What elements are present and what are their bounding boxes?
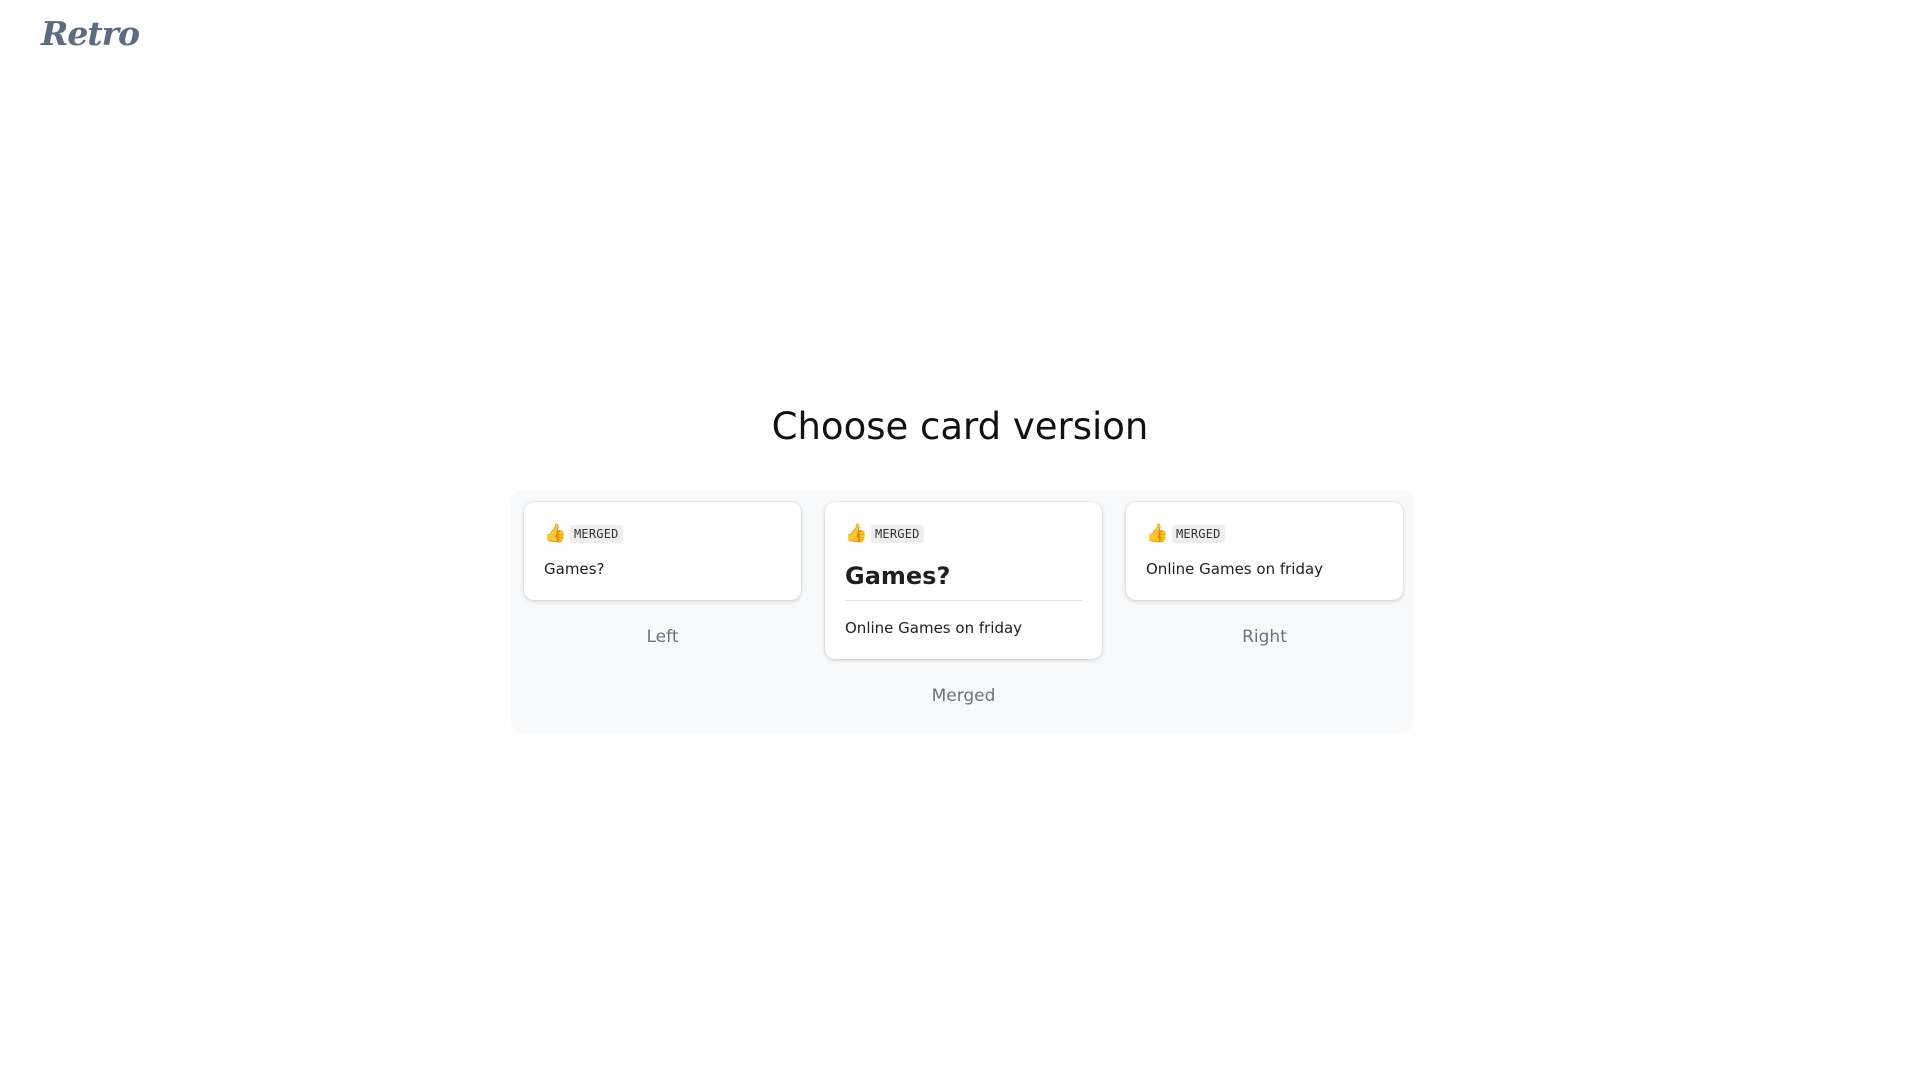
thumbs-up-icon: 👍	[845, 523, 868, 544]
card-version-panel: 👍 MERGED Games? Left 👍 MERGED Games? Onl…	[511, 490, 1413, 733]
card-merged[interactable]: 👍 MERGED Games? Online Games on friday	[825, 502, 1102, 659]
card-header: 👍 MERGED	[544, 522, 781, 546]
card-left[interactable]: 👍 MERGED Games?	[524, 502, 801, 600]
card-right[interactable]: 👍 MERGED Online Games on friday	[1126, 502, 1403, 600]
thumbs-up-icon: 👍	[1146, 523, 1169, 544]
card-text: Games?	[544, 560, 605, 578]
option-caption-merged: Merged	[931, 686, 996, 706]
card-title: Games?	[845, 562, 951, 590]
thumbs-up-icon: 👍	[544, 523, 567, 544]
card-header: 👍 MERGED	[845, 522, 1082, 546]
option-merged[interactable]: 👍 MERGED Games? Online Games on friday M…	[825, 502, 1102, 706]
card-text: Online Games on friday	[1146, 560, 1324, 578]
card-divider	[845, 600, 1082, 601]
page-title: Choose card version	[771, 405, 1149, 448]
merged-badge: MERGED	[871, 525, 924, 543]
option-caption-right: Right	[1242, 627, 1287, 647]
card-header: 👍 MERGED	[1146, 522, 1383, 546]
option-caption-left: Left	[646, 627, 679, 647]
merged-badge: MERGED	[570, 525, 623, 543]
option-left[interactable]: 👍 MERGED Games? Left	[524, 502, 801, 647]
app-logo[interactable]: Retro	[41, 14, 140, 53]
merged-badge: MERGED	[1172, 525, 1225, 543]
option-right[interactable]: 👍 MERGED Online Games on friday Right	[1126, 502, 1403, 647]
card-text: Online Games on friday	[845, 619, 1023, 637]
